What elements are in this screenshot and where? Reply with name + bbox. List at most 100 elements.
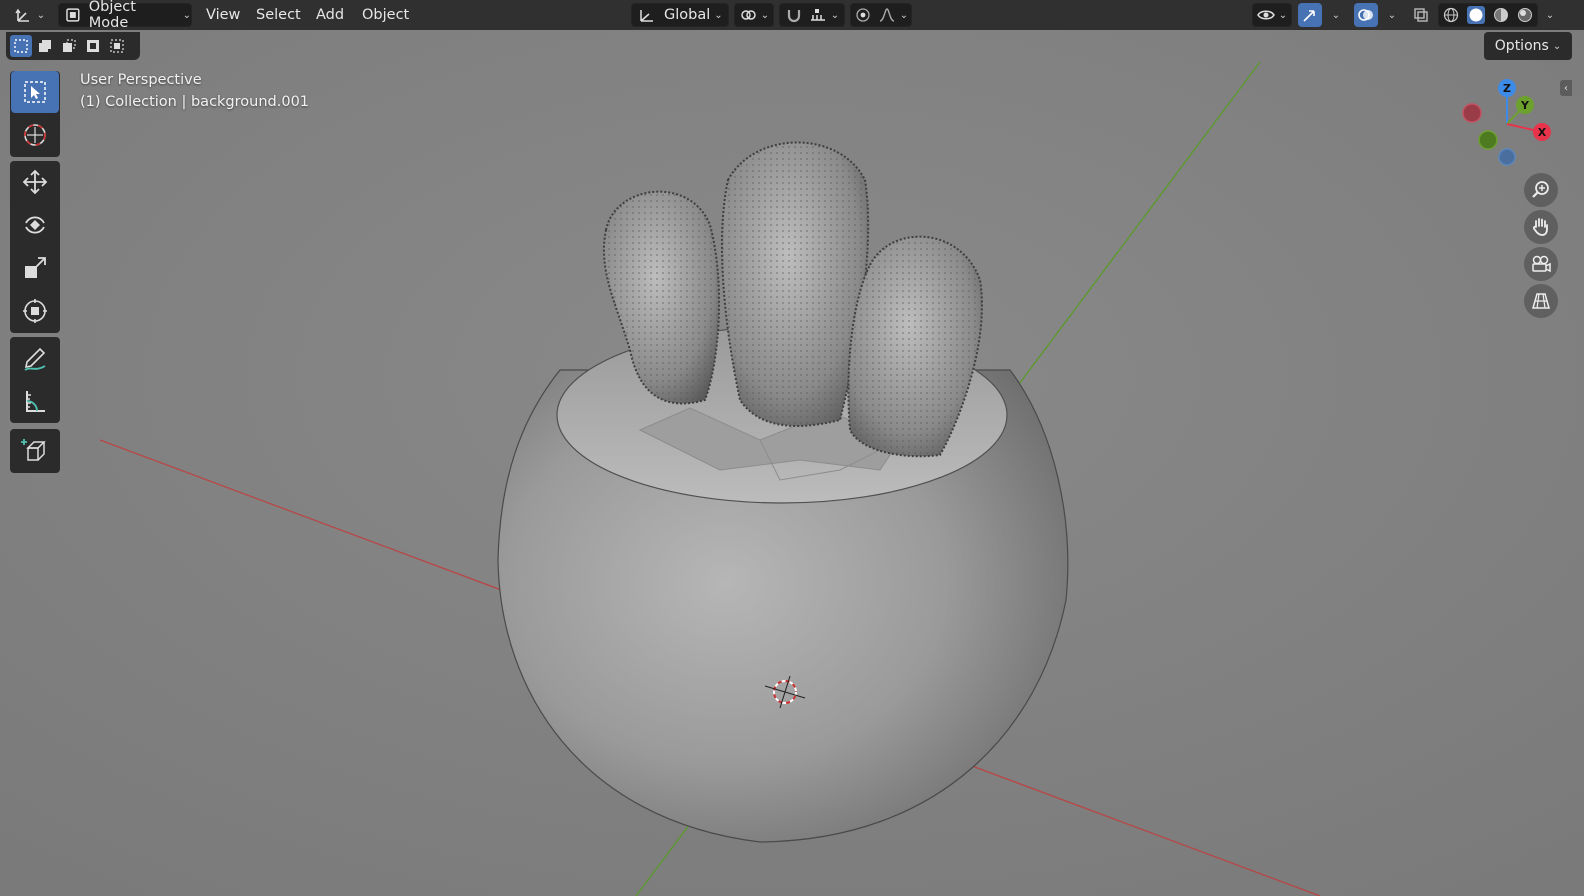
shading-dropdown[interactable]: ⌄ xyxy=(1538,3,1558,27)
wireframe-shading-icon[interactable] xyxy=(1443,7,1459,23)
chevron-down-icon: ⌄ xyxy=(760,9,770,21)
x-axis-label: X xyxy=(1538,126,1547,139)
zoom-icon xyxy=(1532,181,1549,198)
orientation-label: Global xyxy=(664,7,711,23)
grid-perspective-icon xyxy=(1532,293,1550,309)
y-axis-handle[interactable]: Y xyxy=(1516,96,1534,114)
chevron-down-icon: ⌄ xyxy=(182,9,191,21)
proportional-editing-group[interactable]: ⌄ xyxy=(850,3,912,27)
select-subtract-button[interactable] xyxy=(58,35,80,57)
viewport-header: ⌄ Object Mode ⌄ View Select Add Object G… xyxy=(0,0,1584,31)
shading-mode-group[interactable] xyxy=(1438,3,1538,27)
gizmo-dropdown[interactable]: ⌄ xyxy=(1322,3,1346,27)
neg-x-axis-handle[interactable] xyxy=(1462,103,1482,123)
transform-tool[interactable] xyxy=(11,290,59,332)
gizmo-toggle-button[interactable] xyxy=(1298,3,1322,27)
overlays-toggle-button[interactable] xyxy=(1354,3,1378,27)
ruler-icon xyxy=(26,391,45,412)
camera-view-button[interactable] xyxy=(1524,247,1558,281)
perspective-toggle-button[interactable] xyxy=(1524,284,1558,318)
chevron-down-icon: ⌄ xyxy=(1545,9,1555,21)
cursor-box-icon xyxy=(24,81,46,103)
select-invert-icon xyxy=(87,40,99,52)
menu-add[interactable]: Add xyxy=(310,3,350,27)
snap-increment-icon xyxy=(810,9,825,21)
solid-shading-icon xyxy=(1469,8,1483,22)
annotate-tool[interactable] xyxy=(11,337,59,379)
select-box-tool[interactable] xyxy=(11,71,59,113)
gizmo-icon xyxy=(1303,10,1315,22)
rendered-shading-icon[interactable] xyxy=(1517,7,1533,23)
3d-cursor-tool-icon xyxy=(24,124,46,146)
chevron-down-icon: ⌄ xyxy=(899,9,909,21)
pan-button[interactable] xyxy=(1524,210,1558,244)
cursor-tool[interactable] xyxy=(11,114,59,156)
magnet-icon xyxy=(787,10,800,23)
menu-view[interactable]: View xyxy=(200,3,246,27)
link-pivot-icon xyxy=(741,10,756,20)
x-axis-handle[interactable]: X xyxy=(1533,123,1551,141)
rotate-tool[interactable] xyxy=(11,204,59,246)
z-axis-label: Z xyxy=(1503,82,1511,95)
editor-type-button[interactable]: ⌄ xyxy=(10,3,50,27)
rotate-icon xyxy=(25,216,45,234)
menu-object[interactable]: Object xyxy=(356,3,415,27)
z-axis-handle[interactable]: Z xyxy=(1498,79,1516,97)
options-label: Options xyxy=(1494,38,1549,54)
chevron-down-icon: ⌄ xyxy=(1387,9,1397,21)
proportional-edit-icon xyxy=(856,8,870,22)
toolbar-group-add xyxy=(10,429,60,473)
select-intersect-button[interactable] xyxy=(106,35,128,57)
transform-orientation-dropdown[interactable]: Global ⌄ xyxy=(631,3,729,27)
material-shading-icon[interactable] xyxy=(1493,7,1509,23)
options-dropdown[interactable]: Options ⌄ xyxy=(1484,32,1572,60)
pivot-point-dropdown[interactable]: ⌄ xyxy=(734,3,774,27)
select-intersect-icon xyxy=(110,39,124,53)
orientation-axes-icon xyxy=(640,10,653,22)
chevron-down-icon: ⌄ xyxy=(1552,40,1562,52)
3d-viewport[interactable] xyxy=(0,30,1584,896)
chevron-down-icon: ⌄ xyxy=(36,9,46,21)
overlays-dropdown[interactable]: ⌄ xyxy=(1378,3,1402,27)
falloff-curve-icon xyxy=(879,8,895,22)
toolbar-group-select xyxy=(10,71,60,157)
mode-dropdown[interactable]: Object Mode ⌄ xyxy=(58,0,192,31)
visibility-dropdown[interactable]: ⌄ xyxy=(1252,3,1292,27)
y-axis-label: Y xyxy=(1520,99,1530,112)
neg-z-axis-handle[interactable] xyxy=(1498,148,1516,166)
chevron-down-icon: ⌄ xyxy=(714,9,723,21)
object-mode-icon xyxy=(66,8,80,22)
select-extend-icon xyxy=(39,40,51,52)
xray-toggle-button[interactable] xyxy=(1408,3,1434,27)
overlays-icon xyxy=(1358,9,1373,21)
select-new-icon xyxy=(14,39,28,53)
scale-tool[interactable] xyxy=(11,247,59,289)
select-invert-button[interactable] xyxy=(82,35,104,57)
navigation-gizmo[interactable]: Z Y X xyxy=(1455,74,1565,174)
move-arrows-icon xyxy=(22,169,48,195)
menu-select[interactable]: Select xyxy=(250,3,307,27)
chevron-down-icon: ⌄ xyxy=(830,9,840,21)
mode-label: Object Mode xyxy=(88,0,136,31)
scale-icon xyxy=(25,257,46,278)
sidebar-toggle-icon[interactable]: ‹ xyxy=(1560,80,1572,96)
pencil-icon xyxy=(24,347,46,371)
add-cube-tool[interactable] xyxy=(11,430,59,472)
measure-tool[interactable] xyxy=(11,380,59,422)
move-tool[interactable] xyxy=(11,161,59,203)
zoom-button[interactable] xyxy=(1524,173,1558,207)
select-extend-button[interactable] xyxy=(34,35,56,57)
neg-y-axis-handle[interactable] xyxy=(1478,130,1498,150)
hand-icon xyxy=(1533,218,1548,236)
select-new-button[interactable] xyxy=(10,35,32,57)
camera-icon xyxy=(1532,255,1551,273)
solid-shading-button[interactable] xyxy=(1467,6,1485,24)
axes-editor-icon xyxy=(15,8,29,22)
toolbar-group-annotate xyxy=(10,337,60,423)
xray-icon xyxy=(1414,8,1428,22)
eye-icon xyxy=(1256,10,1275,20)
snapping-group[interactable]: ⌄ xyxy=(779,3,845,27)
select-subtract-icon xyxy=(63,39,76,52)
chevron-down-icon: ⌄ xyxy=(1331,9,1341,21)
transform-icon xyxy=(23,299,47,323)
